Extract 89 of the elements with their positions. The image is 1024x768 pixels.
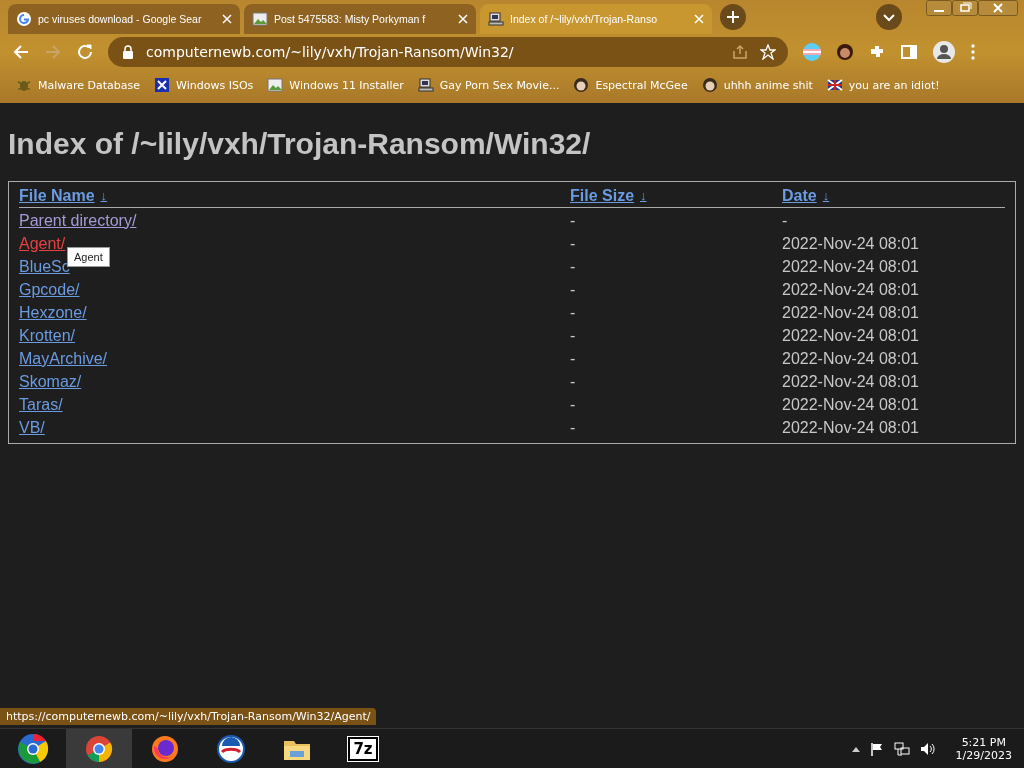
file-size: - [570,280,577,299]
status-url: https://computernewb.com/~lily/vxh/Trojan-Ransom/Win32/Agent/ [0,708,377,725]
sort-arrow[interactable]: ↓ [100,188,108,203]
file-link[interactable]: Agent/ [19,234,66,252]
avatar-icon [701,77,718,93]
file-link[interactable]: Hexzone/ [19,303,87,321]
file-link[interactable]: VB/ [19,418,45,436]
taskbar-button[interactable] [66,729,132,768]
bookmark[interactable]: Espectral McGee [573,77,688,93]
address-bar[interactable]: computernewb.com/~lily/vxh/Trojan-Ransom/Win32/ [108,37,788,67]
start-icon[interactable] [16,732,50,766]
file-link[interactable]: Gpcode/ [19,280,80,298]
bookmark[interactable]: Windows 11 Installer [267,77,404,93]
file-size: - [570,211,577,230]
flag-icon [826,77,843,93]
file-date: 2022-Nov-24 08:01 [782,372,920,391]
clock-date[interactable]: 1/29/2023 [955,749,1012,762]
file-size: - [570,234,577,253]
file-link[interactable]: Skomaz/ [19,372,82,390]
archiver-icon: 7z [348,737,378,761]
circle-logo-icon [216,734,246,764]
file-size: - [570,303,577,322]
file-size: - [570,349,577,368]
file-size: - [570,395,577,414]
file-size: - [570,372,577,391]
computer-icon [417,77,434,93]
bookmark[interactable]: Gay Porn Sex Movie... [417,77,560,93]
taskbar-button[interactable]: 7z [330,729,396,768]
file-size: - [570,326,577,345]
avatar-icon[interactable] [836,43,854,61]
browser-icon [84,734,114,764]
dropdown-icon[interactable] [876,4,902,30]
share-icon[interactable] [732,44,748,60]
tab-title: pc viruses download - Google Sear [38,13,203,25]
file-date: 2022-Nov-24 08:01 [782,349,920,368]
close-icon[interactable] [978,0,1018,16]
lock-icon [122,45,134,59]
flag-icon[interactable] [869,742,884,756]
caret-icon[interactable] [851,746,860,752]
side-panel-icon[interactable] [900,43,918,61]
browser-icon [150,734,180,764]
browser-tab[interactable]: Post 5475583: Misty Porkyman f [244,4,476,34]
file-size: - [570,257,577,276]
url-text: computernewb.com/~lily/vxh/Trojan-Ransom/Win32/ [146,44,514,60]
file-date: 2022-Nov-24 08:01 [782,280,920,299]
file-link[interactable]: BlueSc [19,257,70,275]
file-link[interactable]: Taras/ [19,395,63,413]
clock-time[interactable]: 5:21 PM [961,736,1006,749]
avatar-icon [573,77,590,93]
sort-arrow[interactable]: ↓ [822,188,830,203]
tab-title: Post 5475583: Misty Porkyman f [274,13,427,25]
restore-icon[interactable] [952,0,978,16]
file-link[interactable]: Parent directory/ [19,211,137,229]
x-icon [154,77,171,93]
file-link[interactable]: MayArchive/ [19,349,108,367]
network-icon[interactable] [893,742,910,756]
bookmark[interactable]: uhhh anime shit [701,77,813,93]
file-date: 2022-Nov-24 08:01 [782,326,920,345]
star-icon[interactable] [760,44,776,60]
google-icon [16,11,32,27]
bookmark[interactable]: you are an idiot! [826,77,940,93]
sort-arrow[interactable]: ↓ [640,188,647,203]
file-date: 2022-Nov-24 08:01 [782,418,920,437]
new-tab-icon[interactable] [720,4,746,30]
file-link[interactable]: Krotten/ [19,326,76,344]
back-icon[interactable] [12,43,30,61]
column-header-link[interactable]: File Name [19,186,95,205]
tooltip: Agent [67,246,110,267]
minimize-icon[interactable] [926,0,952,16]
file-date: 2022-Nov-24 08:01 [782,303,920,322]
browser-tab[interactable]: pc viruses download - Google Sear [8,4,240,34]
image-icon [252,11,268,27]
bookmark[interactable]: Malware Database [16,77,141,93]
volume-icon[interactable] [919,742,936,756]
file-date: 2022-Nov-24 08:01 [782,234,920,253]
page-heading: Index of /~lily/vxh/Trojan-Ransom/Win32/ [8,127,592,161]
column-header-link[interactable]: File Size [570,186,635,205]
computer-icon [488,11,504,27]
tab-title: Index of /~lily/vxh/Trojan-Ranso [510,13,658,25]
file-date: - [782,211,789,230]
bookmark[interactable]: Windows ISOs [154,77,254,93]
profile-icon[interactable] [932,40,956,64]
column-header-link[interactable]: Date [782,186,817,205]
file-date: 2022-Nov-24 08:01 [782,257,920,276]
menu-icon[interactable] [970,43,976,61]
file-size: - [570,418,577,437]
reload-icon[interactable] [76,43,94,61]
image-icon [267,77,284,93]
file-date: 2022-Nov-24 08:01 [782,395,920,414]
